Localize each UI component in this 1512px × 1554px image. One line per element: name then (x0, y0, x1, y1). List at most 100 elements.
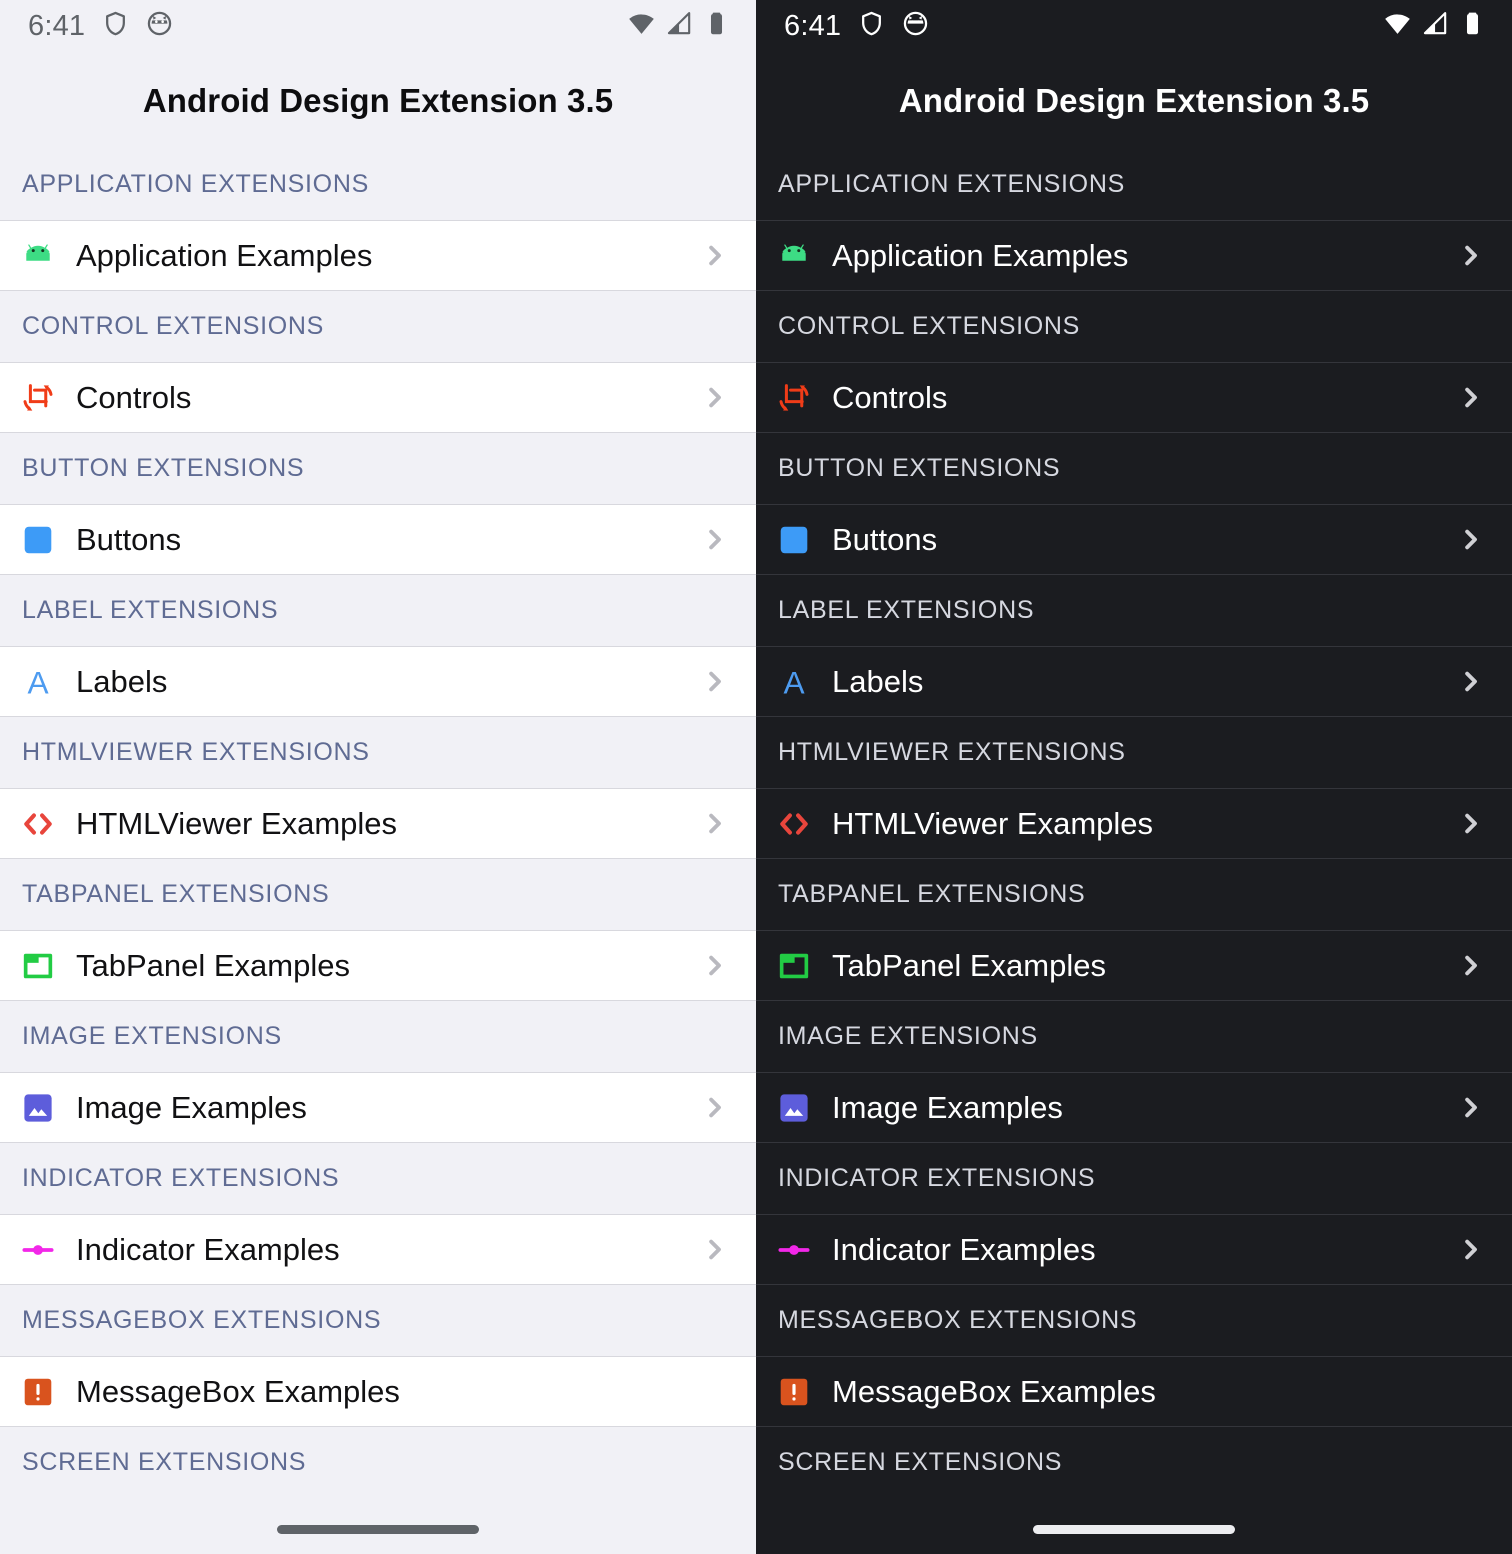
status-bar: 6:41 (756, 0, 1512, 52)
list-item[interactable]: Buttons (756, 504, 1512, 575)
battery-icon (1459, 10, 1486, 42)
list-item[interactable]: Application Examples (756, 220, 1512, 291)
chevron-right-icon[interactable] (1457, 526, 1484, 553)
exclamation-square-icon (12, 1373, 64, 1411)
crop-rotate-icon (768, 379, 820, 417)
chevron-right-icon[interactable] (1457, 810, 1484, 837)
section-header: MESSAGEBOX EXTENSIONS (756, 1285, 1512, 1356)
list-item-label: Buttons (76, 521, 182, 557)
tab-folder-icon (12, 947, 64, 985)
section-header: MESSAGEBOX EXTENSIONS (0, 1285, 756, 1356)
chevron-right-icon[interactable] (701, 668, 728, 695)
list-item[interactable]: Controls (0, 362, 756, 433)
list-item-label: Labels (76, 663, 168, 699)
list-item-label: Image Examples (76, 1089, 307, 1125)
chevron-right-icon[interactable] (1457, 1236, 1484, 1263)
battery-icon (703, 10, 730, 42)
light-theme-panel: 6:41 Android Design Extension 3.5 APPLICA… (0, 0, 756, 1554)
rounded-square-icon (768, 521, 820, 559)
chevron-right-icon[interactable] (701, 1094, 728, 1121)
chevron-right-icon[interactable] (701, 952, 728, 979)
list-filler (0, 1498, 756, 1505)
page-title: Android Design Extension 3.5 (898, 81, 1370, 119)
picture-mountain-icon (12, 1089, 64, 1127)
cellular-signal-icon (666, 10, 693, 42)
status-bar-clock: 6:41 (28, 9, 86, 42)
chevron-right-icon[interactable] (1457, 668, 1484, 695)
list-item[interactable]: HTMLViewer Examples (0, 788, 756, 859)
list-item[interactable]: Image Examples (0, 1072, 756, 1143)
list-item[interactable]: Indicator Examples (756, 1214, 1512, 1285)
section-header: LABEL EXTENSIONS (756, 575, 1512, 646)
list-item[interactable]: TabPanel Examples (756, 930, 1512, 1001)
list-item-label: TabPanel Examples (76, 947, 350, 983)
list-item-label: Application Examples (76, 237, 373, 273)
status-bar-left: 6:41 (28, 10, 173, 43)
chevron-right-icon[interactable] (1457, 952, 1484, 979)
cat-face-icon (146, 10, 173, 42)
list-item[interactable]: Controls (756, 362, 1512, 433)
cellular-signal-icon (1422, 10, 1449, 42)
dark-theme-panel: 6:41 Android Design Extension 3.5 APPLICA… (756, 0, 1512, 1554)
letter-a-icon: A (12, 663, 64, 701)
list-item[interactable]: Application Examples (0, 220, 756, 291)
letter-a-icon: A (768, 663, 820, 701)
status-bar-right (627, 9, 730, 43)
extensions-list[interactable]: APPLICATION EXTENSIONS Application Examp… (756, 149, 1512, 1505)
title-bar: Android Design Extension 3.5 (756, 52, 1512, 149)
rounded-square-icon (12, 521, 64, 559)
chevron-right-icon[interactable] (701, 526, 728, 553)
shield-icon (102, 10, 129, 42)
status-bar: 6:41 (0, 0, 756, 52)
wifi-icon (1383, 9, 1412, 43)
android-robot-icon (12, 237, 64, 275)
extensions-list[interactable]: APPLICATION EXTENSIONS Application Examp… (0, 149, 756, 1505)
slider-dot-icon (768, 1231, 820, 1269)
status-bar-left: 6:41 (784, 10, 929, 43)
list-item-label: HTMLViewer Examples (76, 805, 398, 841)
chevron-right-icon[interactable] (1457, 384, 1484, 411)
list-item[interactable]: MessageBox Examples (756, 1356, 1512, 1427)
home-indicator[interactable] (277, 1525, 479, 1534)
section-header: BUTTON EXTENSIONS (756, 433, 1512, 504)
list-item[interactable]: Buttons (0, 504, 756, 575)
section-header: TABPANEL EXTENSIONS (0, 859, 756, 930)
section-header: IMAGE EXTENSIONS (0, 1001, 756, 1072)
chevron-right-icon[interactable] (1457, 1094, 1484, 1121)
angle-brackets-icon (768, 805, 820, 843)
section-header: HTMLVIEWER EXTENSIONS (0, 717, 756, 788)
chevron-right-icon[interactable] (701, 242, 728, 269)
cat-face-icon (902, 10, 929, 42)
chevron-right-icon[interactable] (701, 810, 728, 837)
section-header: INDICATOR EXTENSIONS (0, 1143, 756, 1214)
section-header: TABPANEL EXTENSIONS (756, 859, 1512, 930)
chevron-right-icon[interactable] (701, 384, 728, 411)
tab-folder-icon (768, 947, 820, 985)
android-robot-icon (768, 237, 820, 275)
navigation-bar (0, 1505, 756, 1554)
list-item[interactable]: Image Examples (756, 1072, 1512, 1143)
section-header: SCREEN EXTENSIONS (0, 1427, 756, 1498)
list-item-label: Controls (832, 379, 948, 415)
section-header: APPLICATION EXTENSIONS (756, 149, 1512, 220)
status-bar-right (1383, 9, 1486, 43)
section-header: APPLICATION EXTENSIONS (0, 149, 756, 220)
dual-theme-comparison: 6:41 Android Design Extension 3.5 APPLICA… (0, 0, 1512, 1554)
list-item[interactable]: MessageBox Examples (0, 1356, 756, 1427)
list-item[interactable]: TabPanel Examples (0, 930, 756, 1001)
list-item[interactable]: A Labels (0, 646, 756, 717)
crop-rotate-icon (12, 379, 64, 417)
home-indicator[interactable] (1033, 1525, 1235, 1534)
chevron-right-icon[interactable] (701, 1236, 728, 1263)
list-item[interactable]: A Labels (756, 646, 1512, 717)
list-item[interactable]: HTMLViewer Examples (756, 788, 1512, 859)
navigation-bar (756, 1505, 1512, 1554)
shield-icon (858, 10, 885, 42)
angle-brackets-icon (12, 805, 64, 843)
chevron-right-icon[interactable] (1457, 242, 1484, 269)
list-item-label: MessageBox Examples (832, 1373, 1156, 1409)
list-item[interactable]: Indicator Examples (0, 1214, 756, 1285)
list-item-label: HTMLViewer Examples (832, 805, 1154, 841)
list-item-label: Indicator Examples (76, 1231, 340, 1267)
exclamation-square-icon (768, 1373, 820, 1411)
